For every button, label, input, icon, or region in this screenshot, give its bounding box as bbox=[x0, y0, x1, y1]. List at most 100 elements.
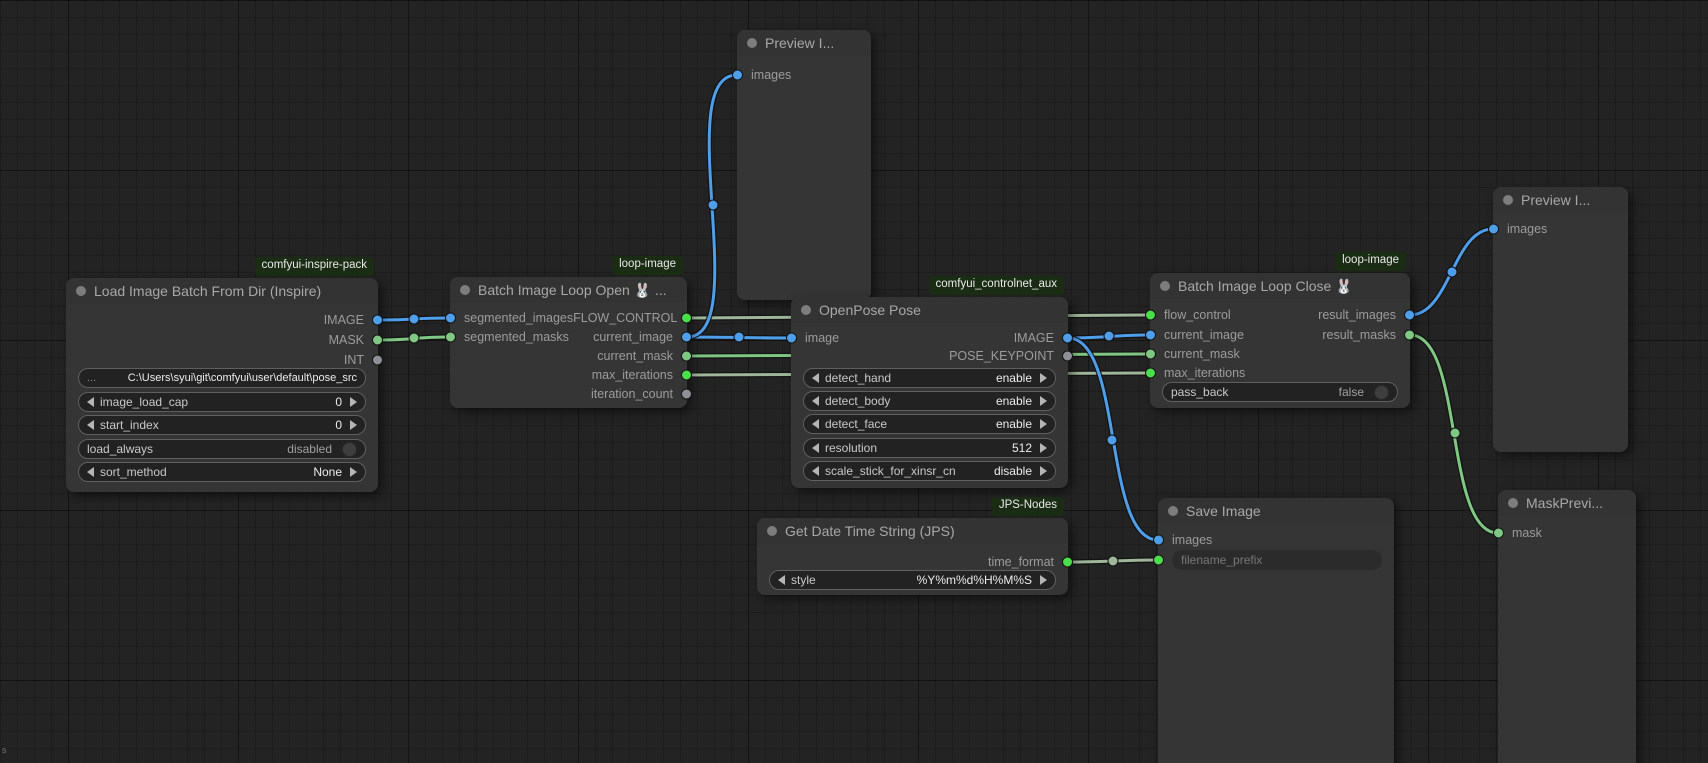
increment-arrow-icon[interactable] bbox=[350, 420, 357, 430]
input-port-mask[interactable] bbox=[1493, 528, 1504, 539]
node-preview-image-top[interactable]: Preview I... images bbox=[737, 30, 871, 300]
input-port-images[interactable] bbox=[732, 70, 743, 81]
decrement-arrow-icon[interactable] bbox=[812, 373, 819, 383]
collapse-dot-icon[interactable] bbox=[1503, 195, 1513, 205]
increment-arrow-icon[interactable] bbox=[350, 397, 357, 407]
input-port-filename-prefix[interactable] bbox=[1153, 555, 1164, 566]
node-badge: JPS-Nodes bbox=[992, 497, 1064, 516]
output-port-image[interactable] bbox=[372, 315, 383, 326]
link-midpoint-dot[interactable] bbox=[409, 314, 419, 324]
decrement-arrow-icon[interactable] bbox=[87, 397, 94, 407]
node-batch-image-loop-close[interactable]: loop-image Batch Image Loop Close 🐰 flow… bbox=[1150, 273, 1410, 408]
widget-pass-back[interactable]: pass_back false bbox=[1162, 382, 1398, 402]
node-graph-canvas[interactable]: comfyui-inspire-pack Load Image Batch Fr… bbox=[0, 0, 1708, 763]
input-port-images[interactable] bbox=[1153, 535, 1164, 546]
increment-arrow-icon[interactable] bbox=[1040, 443, 1047, 453]
widget-image-load-cap[interactable]: image_load_cap 0 bbox=[78, 392, 366, 412]
collapse-dot-icon[interactable] bbox=[460, 285, 470, 295]
decrement-arrow-icon[interactable] bbox=[812, 419, 819, 429]
output-port-image[interactable] bbox=[1062, 333, 1073, 344]
decrement-arrow-icon[interactable] bbox=[812, 443, 819, 453]
collapse-dot-icon[interactable] bbox=[1508, 498, 1518, 508]
decrement-arrow-icon[interactable] bbox=[87, 467, 94, 477]
widget-directory-path[interactable]: ... C:\Users\syui\git\comfyui\user\defau… bbox=[78, 368, 366, 388]
increment-arrow-icon[interactable] bbox=[1040, 466, 1047, 476]
input-port-segmented-images[interactable] bbox=[445, 313, 456, 324]
output-port-time-format[interactable] bbox=[1062, 557, 1073, 568]
link-midpoint-dot[interactable] bbox=[409, 333, 419, 343]
decrement-arrow-icon[interactable] bbox=[778, 575, 785, 585]
widget-detect-face[interactable]: detect_face enable bbox=[803, 414, 1056, 434]
increment-arrow-icon[interactable] bbox=[1040, 419, 1047, 429]
node-title-bar[interactable]: OpenPose Pose bbox=[791, 297, 1068, 323]
output-port-max-iterations[interactable] bbox=[681, 370, 692, 381]
collapse-dot-icon[interactable] bbox=[747, 38, 757, 48]
link-midpoint-dot[interactable] bbox=[708, 200, 718, 210]
link-midpoint-dot[interactable] bbox=[1450, 428, 1460, 438]
collapse-dot-icon[interactable] bbox=[801, 305, 811, 315]
decrement-arrow-icon[interactable] bbox=[87, 420, 94, 430]
output-port-int[interactable] bbox=[372, 355, 383, 366]
widget-load-always[interactable]: load_always disabled bbox=[78, 439, 366, 459]
output-port-result-masks[interactable] bbox=[1404, 330, 1415, 341]
output-port-pose-keypoint[interactable] bbox=[1062, 351, 1073, 362]
input-port-flow-control[interactable] bbox=[1145, 310, 1156, 321]
node-title-bar[interactable]: Get Date Time String (JPS) bbox=[757, 518, 1068, 544]
output-port-iteration-count[interactable] bbox=[681, 389, 692, 400]
link-midpoint-dot[interactable] bbox=[1104, 331, 1114, 341]
widget-filename-prefix[interactable]: filename_prefix bbox=[1172, 550, 1382, 570]
toggle-knob[interactable] bbox=[1374, 385, 1389, 400]
link-midpoint-dot[interactable] bbox=[1107, 435, 1117, 445]
node-title-bar[interactable]: Preview I... bbox=[1493, 187, 1628, 213]
increment-arrow-icon[interactable] bbox=[1040, 575, 1047, 585]
node-get-date-time-string[interactable]: JPS-Nodes Get Date Time String (JPS) tim… bbox=[757, 518, 1068, 595]
input-port-max-iterations[interactable] bbox=[1145, 368, 1156, 379]
toggle-knob[interactable] bbox=[342, 442, 357, 457]
node-badge: comfyui-inspire-pack bbox=[255, 257, 374, 276]
link-midpoint-dot[interactable] bbox=[1447, 267, 1457, 277]
collapse-dot-icon[interactable] bbox=[767, 526, 777, 536]
link-midpoint-dot[interactable] bbox=[734, 332, 744, 342]
node-save-image[interactable]: Save Image images filename_prefix bbox=[1158, 498, 1394, 763]
node-title-bar[interactable]: Batch Image Loop Open 🐰 ... bbox=[450, 277, 687, 303]
link-midpoint-dot[interactable] bbox=[1108, 556, 1118, 566]
input-port-current-image[interactable] bbox=[1145, 330, 1156, 341]
node-batch-image-loop-open[interactable]: loop-image Batch Image Loop Open 🐰 ... s… bbox=[450, 277, 687, 408]
output-port-mask[interactable] bbox=[372, 335, 383, 346]
collapse-dot-icon[interactable] bbox=[1160, 281, 1170, 291]
widget-scale-stick[interactable]: scale_stick_for_xinsr_cn disable bbox=[803, 461, 1056, 481]
widget-start-index[interactable]: start_index 0 bbox=[78, 415, 366, 435]
node-title-bar[interactable]: Batch Image Loop Close 🐰 bbox=[1150, 273, 1410, 299]
input-port-current-mask[interactable] bbox=[1145, 349, 1156, 360]
node-title: Batch Image Loop Open 🐰 ... bbox=[478, 282, 667, 299]
node-title-bar[interactable]: MaskPrevi... bbox=[1498, 490, 1636, 516]
output-port-result-images[interactable] bbox=[1404, 310, 1415, 321]
node-preview-image-right[interactable]: Preview I... images bbox=[1493, 187, 1628, 452]
decrement-arrow-icon[interactable] bbox=[812, 396, 819, 406]
input-port-images[interactable] bbox=[1488, 224, 1499, 235]
widget-resolution[interactable]: resolution 512 bbox=[803, 438, 1056, 458]
node-title-bar[interactable]: Save Image bbox=[1158, 498, 1394, 524]
node-load-image-batch[interactable]: comfyui-inspire-pack Load Image Batch Fr… bbox=[66, 278, 378, 492]
decrement-arrow-icon[interactable] bbox=[812, 466, 819, 476]
node-title-bar[interactable]: Preview I... bbox=[737, 30, 871, 56]
widget-detect-body[interactable]: detect_body enable bbox=[803, 391, 1056, 411]
node-openpose-pose[interactable]: comfyui_controlnet_aux OpenPose Pose ima… bbox=[791, 297, 1068, 488]
input-port-segmented-masks[interactable] bbox=[445, 332, 456, 343]
output-port-flow-control[interactable] bbox=[681, 313, 692, 324]
input-port-image[interactable] bbox=[786, 333, 797, 344]
collapse-dot-icon[interactable] bbox=[76, 286, 86, 296]
increment-arrow-icon[interactable] bbox=[350, 467, 357, 477]
port-row: segmented_images FLOW_CONTROL bbox=[450, 308, 687, 328]
node-mask-preview[interactable]: MaskPrevi... mask bbox=[1498, 490, 1636, 763]
increment-arrow-icon[interactable] bbox=[1040, 396, 1047, 406]
increment-arrow-icon[interactable] bbox=[1040, 373, 1047, 383]
output-port-current-image[interactable] bbox=[681, 332, 692, 343]
widget-sort-method[interactable]: sort_method None bbox=[78, 462, 366, 482]
port-row: max_iterations bbox=[1150, 363, 1410, 383]
collapse-dot-icon[interactable] bbox=[1168, 506, 1178, 516]
widget-detect-hand[interactable]: detect_hand enable bbox=[803, 368, 1056, 388]
node-title-bar[interactable]: Load Image Batch From Dir (Inspire) bbox=[66, 278, 378, 304]
output-port-current-mask[interactable] bbox=[681, 351, 692, 362]
widget-style[interactable]: style %Y%m%d%H%M%S bbox=[769, 570, 1056, 590]
